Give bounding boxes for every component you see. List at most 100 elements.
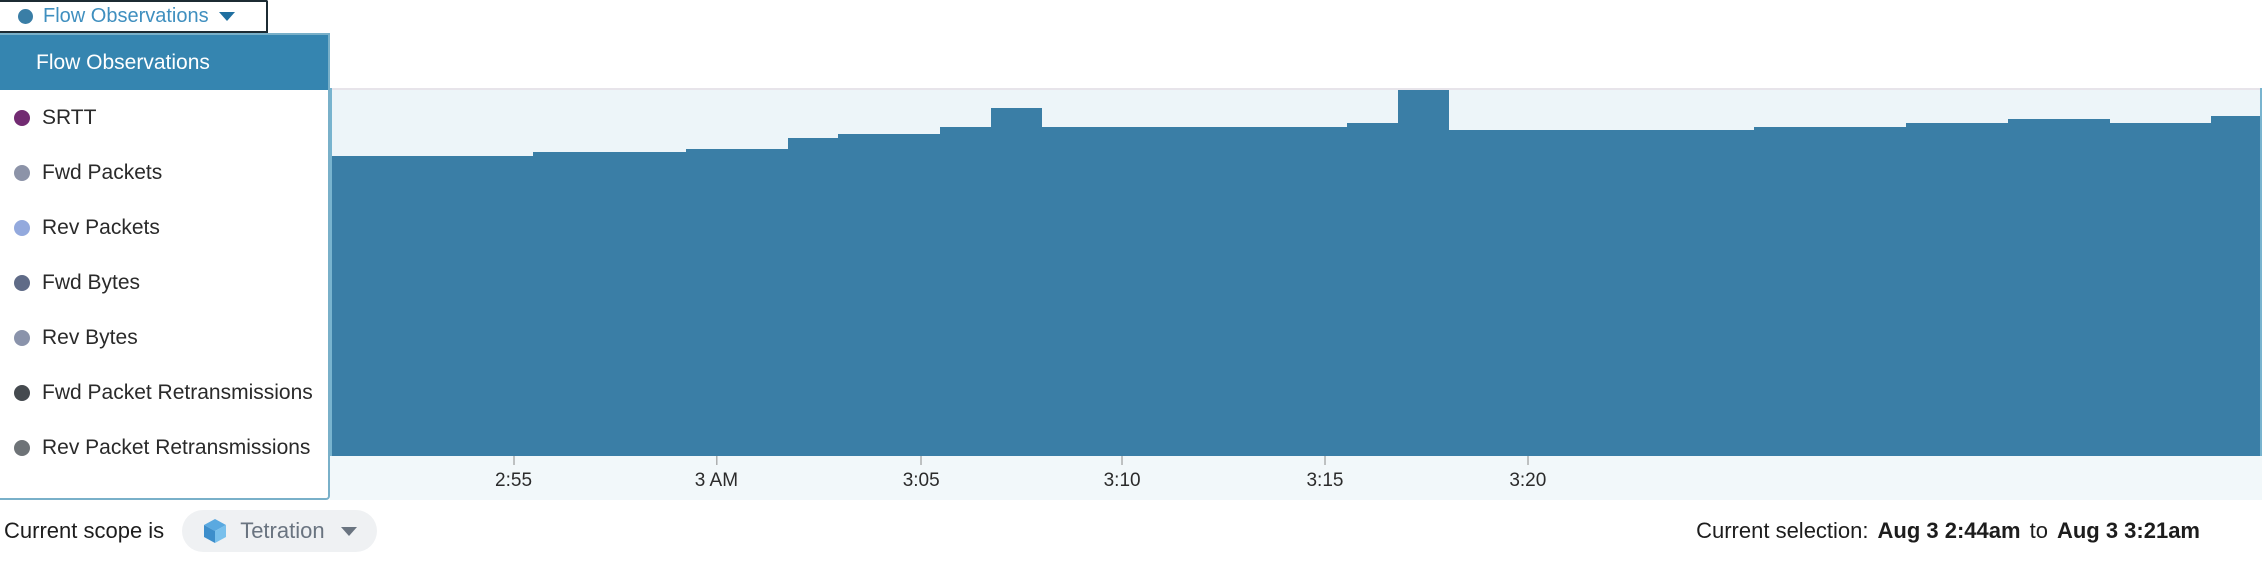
selection-joiner: to — [2029, 518, 2048, 543]
chart-bar — [584, 152, 636, 456]
metric-option-color-dot — [14, 439, 30, 456]
metric-option-2[interactable]: Fwd Packets — [0, 145, 328, 200]
chevron-down-icon — [218, 12, 235, 21]
chart-bar — [1092, 126, 1144, 456]
x-axis-tick-label: 3 AM — [694, 470, 739, 491]
metric-option-color-dot — [14, 329, 30, 346]
x-axis-tick: 2:55 — [495, 456, 532, 492]
chart-bar — [1346, 122, 1398, 456]
chart-bars — [330, 90, 2262, 456]
chart-bar — [1143, 126, 1195, 456]
metric-option-label: Flow Observations — [36, 50, 210, 74]
scope-selector-pill[interactable]: Tetration — [182, 510, 377, 552]
selection-prefix: Current selection: — [1696, 518, 1869, 543]
metric-option-label: Fwd Bytes — [42, 270, 141, 294]
metric-option-1[interactable]: SRTT — [0, 90, 328, 145]
tick-mark — [1121, 456, 1123, 465]
chart-bar — [2211, 115, 2262, 456]
x-axis-tick: 3:10 — [1104, 456, 1141, 492]
chart-bar — [1906, 122, 1957, 456]
metric-option-label: Fwd Packets — [42, 160, 163, 184]
metric-option-label: Rev Bytes — [42, 325, 138, 349]
selection-end-time: Aug 3 3:21am — [2056, 518, 2200, 543]
chart-bar — [1550, 130, 1602, 456]
footer-bar: Current scope is Tetration Current selec… — [0, 500, 2262, 562]
chart-bar — [482, 155, 534, 456]
chart-plot-area[interactable] — [330, 88, 2262, 456]
chart-bar — [1855, 126, 1907, 456]
cube-icon — [202, 517, 228, 545]
metric-option-0[interactable]: Flow Observations — [0, 35, 328, 90]
chart-bar — [990, 108, 1042, 456]
chart-bar — [2109, 122, 2161, 456]
metric-options-dropdown[interactable]: Flow Observations SRTT Fwd Packets Rev Pack… — [0, 33, 330, 500]
scope-area: Current scope is Tetration — [0, 500, 377, 562]
chart-bar — [1601, 130, 1652, 456]
x-axis-tick-label: 3:05 — [902, 470, 940, 491]
chart-bar — [1702, 130, 1754, 456]
x-axis-tick-label: 3:20 — [1509, 470, 1547, 491]
x-axis-tick: 3:05 — [903, 456, 940, 492]
selection-start-time: Aug 3 2:44am — [1877, 518, 2021, 543]
chart-bar — [2007, 119, 2059, 456]
chart-bar — [940, 126, 991, 456]
x-axis-tick-label: 3:15 — [1306, 470, 1344, 491]
metric-option-color-dot — [14, 164, 30, 181]
metric-option-color-dot — [14, 109, 30, 126]
chart-bar — [330, 155, 381, 456]
chart-bar — [1397, 90, 1449, 456]
chart-bar — [431, 155, 483, 456]
metric-selector-label: Flow Observations — [43, 5, 209, 27]
x-axis-tick: 3 AM — [695, 456, 738, 492]
metric-option-label: Fwd Packet Retransmissions — [42, 380, 313, 404]
x-axis-tick: 3:15 — [1306, 456, 1343, 492]
metric-option-label: Rev Packets — [42, 215, 160, 239]
chart-bar — [1448, 130, 1500, 456]
chart-x-axis: 2:55 3 AM 3:05 3:10 3:15 3:20 — [330, 456, 2262, 500]
chart-bar — [838, 133, 890, 456]
metric-option-color-dot — [14, 384, 30, 401]
metric-option-5[interactable]: Rev Bytes — [0, 310, 328, 365]
scope-name: Tetration — [240, 518, 325, 543]
tick-mark — [715, 456, 717, 465]
chart-bar — [1651, 130, 1703, 456]
metric-option-label: Rev Packet Retransmissions — [42, 435, 311, 459]
metric-option-3[interactable]: Rev Packets — [0, 200, 328, 255]
chart-bar — [635, 152, 686, 456]
metric-option-7[interactable]: Rev Packet Retransmissions — [0, 420, 328, 475]
chart-bar — [380, 155, 432, 456]
metric-selector-button[interactable]: Flow Observations — [0, 0, 268, 33]
x-axis-tick: 3:20 — [1509, 456, 1546, 492]
tick-mark — [1324, 456, 1326, 465]
chart-bar — [1753, 126, 1805, 456]
tick-mark — [920, 456, 922, 465]
chart-bar — [889, 133, 941, 456]
chart-bar — [1804, 126, 1856, 456]
chevron-down-icon — [340, 526, 357, 536]
chart-bar — [1499, 130, 1551, 456]
tick-mark — [1527, 456, 1529, 465]
chart-bar — [2058, 119, 2110, 456]
current-selection: Current selection: Aug 3 2:44am to Aug 3… — [1696, 500, 2200, 562]
chart-bar — [685, 148, 737, 456]
chart-bar — [1245, 126, 1297, 456]
tick-mark — [513, 456, 515, 465]
metric-option-color-dot — [14, 219, 30, 236]
chart-bar — [1194, 126, 1246, 456]
x-axis-tick-label: 3:10 — [1103, 470, 1141, 491]
metric-option-6[interactable]: Fwd Packet Retransmissions — [0, 365, 328, 420]
metric-color-dot — [18, 9, 33, 24]
chart-bar — [787, 137, 839, 456]
metric-option-4[interactable]: Fwd Bytes — [0, 255, 328, 310]
x-axis-tick-label: 2:55 — [495, 470, 533, 491]
chart-bar — [533, 152, 585, 456]
chart-bar — [1957, 122, 2008, 456]
chart-bar — [1041, 126, 1093, 456]
chart-left-edge — [330, 88, 332, 500]
chart-bar — [2160, 122, 2212, 456]
flow-observations-chart: 2:55 3 AM 3:05 3:10 3:15 3:20 — [330, 0, 2262, 500]
chart-bar — [1296, 126, 1347, 456]
metric-option-label: SRTT — [42, 105, 97, 129]
scope-label: Current scope is — [4, 518, 165, 543]
chart-bar — [736, 148, 788, 456]
